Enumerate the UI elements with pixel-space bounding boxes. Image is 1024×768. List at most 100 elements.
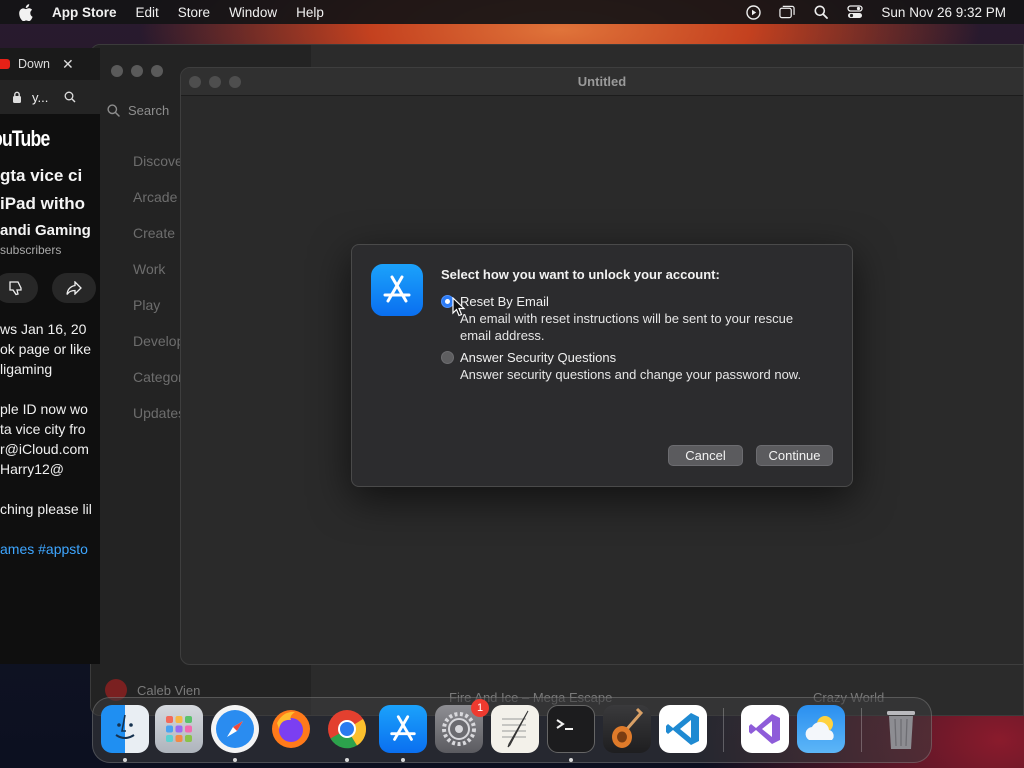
dock-system-settings[interactable]: 1 bbox=[435, 699, 489, 753]
launchpad-grid-icon bbox=[166, 716, 192, 742]
dock-finder[interactable] bbox=[101, 705, 149, 753]
trash-icon bbox=[887, 711, 915, 749]
window-titlebar[interactable]: Untitled bbox=[181, 68, 1023, 96]
cancel-button[interactable]: Cancel bbox=[668, 445, 743, 466]
account-name: Caleb Vien bbox=[137, 682, 201, 698]
channel-name[interactable]: andi Gaming bbox=[0, 222, 100, 239]
dock-chrome[interactable] bbox=[323, 705, 371, 753]
dock-firefox[interactable] bbox=[267, 705, 315, 753]
running-indicator bbox=[345, 758, 349, 762]
menu-help[interactable]: Help bbox=[296, 5, 324, 20]
dialog-prompt: Select how you want to unlock your accou… bbox=[441, 267, 720, 282]
dislike-button[interactable] bbox=[0, 273, 38, 303]
share-button[interactable] bbox=[52, 273, 96, 303]
share-icon bbox=[66, 281, 82, 295]
dock-separator bbox=[861, 708, 862, 752]
screen-recording-icon[interactable] bbox=[745, 4, 761, 20]
chrome-icon bbox=[328, 710, 367, 749]
dock-trash[interactable] bbox=[877, 705, 925, 753]
hashtag-link[interactable]: ames #appsto bbox=[0, 539, 100, 559]
dock-app-store[interactable] bbox=[379, 705, 427, 753]
dock-separator bbox=[723, 708, 724, 752]
running-indicator bbox=[401, 758, 405, 762]
search-placeholder: Search bbox=[128, 103, 170, 118]
dock-visual-studio[interactable] bbox=[741, 705, 789, 753]
app-store-traffic-lights[interactable] bbox=[111, 65, 163, 77]
weather-cloud-icon bbox=[805, 716, 834, 740]
dock: 1 bbox=[92, 697, 932, 763]
finder-icon bbox=[115, 714, 135, 739]
description-line: ok page or like bbox=[0, 341, 92, 357]
subscriber-count: subscribers bbox=[0, 243, 62, 257]
menu-store[interactable]: Store bbox=[178, 5, 210, 20]
description-line: ple ID now wo bbox=[0, 401, 88, 417]
visual-studio-icon bbox=[749, 714, 780, 744]
description-line: r@iCloud.com bbox=[0, 441, 89, 457]
description-line: ws Jan 16, 20 bbox=[0, 321, 87, 337]
option-description: email address. bbox=[460, 328, 545, 343]
menu-edit[interactable]: Edit bbox=[136, 5, 159, 20]
tab-title: Down bbox=[18, 57, 50, 71]
video-title-line: gta vice ci bbox=[0, 166, 83, 185]
option-description: An email with reset instructions will be… bbox=[460, 311, 794, 326]
lock-icon bbox=[13, 91, 21, 103]
textedit-icon bbox=[502, 710, 529, 748]
youtube-favicon-icon bbox=[0, 59, 10, 69]
option-label: Answer Security Questions bbox=[460, 350, 617, 365]
dock-launchpad[interactable] bbox=[155, 705, 203, 753]
dock-garageband[interactable] bbox=[603, 705, 651, 753]
video-title-line: iPad witho bbox=[0, 194, 85, 213]
apple-menu-icon[interactable] bbox=[18, 3, 36, 21]
menu-bar: App Store Edit Store Window Help Sun Nov… bbox=[0, 0, 1024, 24]
menubar-clock[interactable]: Sun Nov 26 9:32 PM bbox=[881, 5, 1006, 20]
firefox-icon bbox=[272, 710, 310, 748]
vscode-icon bbox=[666, 713, 699, 745]
safari-compass-icon bbox=[216, 710, 254, 748]
search-icon[interactable] bbox=[64, 91, 76, 103]
menu-app-name[interactable]: App Store bbox=[52, 5, 117, 20]
app-store-icon bbox=[390, 715, 416, 741]
screen-mirroring-icon[interactable] bbox=[779, 4, 796, 20]
app-store-search-field[interactable]: Search bbox=[107, 103, 169, 118]
dock-textedit[interactable] bbox=[491, 705, 539, 753]
continue-button[interactable]: Continue bbox=[756, 445, 833, 466]
dock-terminal[interactable] bbox=[547, 705, 595, 753]
option-reset-by-email[interactable]: Reset By Email An email with reset instr… bbox=[441, 293, 793, 344]
app-store-icon bbox=[371, 264, 423, 316]
youtube-page: ouTube gta vice ci iPad witho andi Gamin… bbox=[0, 114, 100, 559]
dock-weather[interactable] bbox=[797, 705, 845, 753]
video-actions bbox=[0, 273, 100, 303]
description-line: ligaming bbox=[0, 361, 53, 377]
spotlight-search-icon[interactable] bbox=[813, 4, 829, 20]
description-line: ching please lil bbox=[0, 501, 92, 517]
notification-badge: 1 bbox=[471, 699, 489, 717]
window-title: Untitled bbox=[577, 74, 627, 89]
description-line: Harry12@ bbox=[0, 461, 65, 477]
thumbs-down-icon bbox=[9, 281, 22, 296]
address-bar[interactable]: y... bbox=[0, 80, 100, 114]
mouse-cursor-icon bbox=[452, 297, 466, 317]
dock-safari[interactable] bbox=[211, 705, 259, 753]
browser-window: Down ✕ y... ouTube gta vice ci iPad with… bbox=[0, 48, 100, 664]
dock-vscode[interactable] bbox=[659, 705, 707, 753]
url-text: y... bbox=[32, 89, 49, 105]
terminal-icon bbox=[556, 719, 573, 730]
gear-icon bbox=[442, 712, 476, 746]
control-center-icon[interactable] bbox=[847, 4, 864, 20]
video-description: ws Jan 16, 20 ok page or like ligaming p… bbox=[0, 319, 100, 559]
description-line: ta vice city fro bbox=[0, 421, 86, 437]
running-indicator bbox=[233, 758, 237, 762]
video-title: gta vice ci iPad witho bbox=[0, 162, 100, 218]
browser-tab[interactable]: Down ✕ bbox=[0, 48, 100, 80]
option-security-questions[interactable]: Answer Security Questions Answer securit… bbox=[441, 349, 801, 383]
youtube-logo[interactable]: ouTube bbox=[0, 126, 78, 152]
close-tab-icon[interactable]: ✕ bbox=[62, 56, 74, 73]
menu-window[interactable]: Window bbox=[229, 5, 277, 20]
guitar-icon bbox=[612, 707, 644, 748]
running-indicator bbox=[123, 758, 127, 762]
option-label: Reset By Email bbox=[460, 294, 549, 309]
running-indicator bbox=[569, 758, 573, 762]
unlock-account-dialog: Select how you want to unlock your accou… bbox=[351, 244, 853, 487]
option-description: Answer security questions and change you… bbox=[460, 367, 802, 382]
radio-button[interactable] bbox=[441, 351, 454, 364]
